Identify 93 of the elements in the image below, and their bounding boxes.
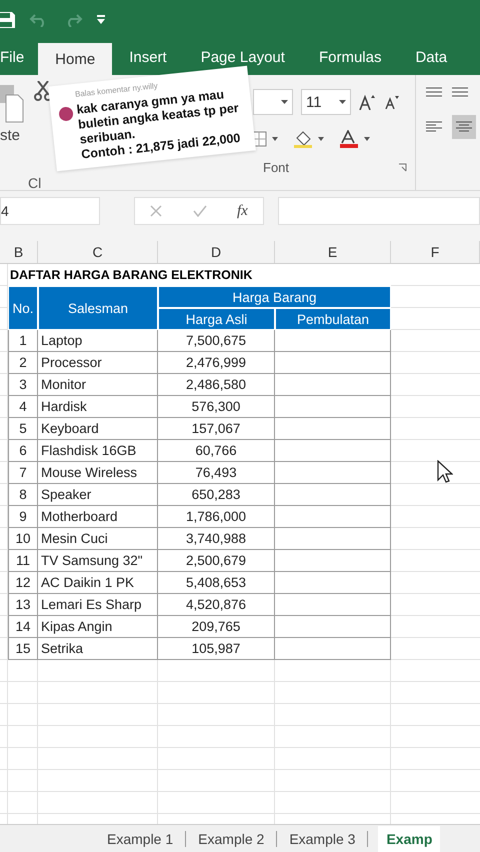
ribbon-tab[interactable]: File [0,40,38,75]
table-cell: Mesin Cuci [38,528,158,550]
table-cell: 60,766 [158,440,275,462]
table-cell: 5 [8,418,38,440]
group-label: Font [263,160,290,175]
ribbon-tab[interactable]: Page Layout [184,40,302,75]
table-cell: Monitor [38,374,158,396]
table-header: Pembulatan [275,308,391,330]
column-header[interactable]: D [158,241,275,263]
sheet-tab[interactable]: Example 3 [277,830,368,846]
table-cell: Mouse Wireless [38,462,158,484]
table-cell: 2,476,999 [158,352,275,374]
table-header: Harga Barang [158,286,391,308]
table-cell: 76,493 [158,462,275,484]
scissors-icon[interactable] [34,81,52,101]
table-cell: 4,520,876 [158,594,275,616]
table-cell: 4 [8,396,38,418]
reply-label: Balas komentar ny.willy [74,80,158,99]
font-name-field[interactable] [253,89,293,115]
table-cell: 8 [8,484,38,506]
table-cell: Hardisk [38,396,158,418]
middle-align-icon[interactable] [452,87,468,97]
save-icon[interactable] [0,11,15,29]
table-cell: 1 [8,330,38,352]
name-box[interactable]: 4 [0,197,100,225]
table-header: Harga Asli [158,308,275,330]
group-label: Cl [28,175,42,191]
table-header: No. [8,286,38,330]
table-cell: Processor [38,352,158,374]
caret-icon[interactable] [339,100,346,104]
table-cell: 14 [8,616,38,638]
font-size-field[interactable]: 11 [301,89,351,115]
table-cell: 157,067 [158,418,275,440]
column-header[interactable]: F [391,241,480,263]
sheet-tab[interactable]: Example 1 [95,830,186,846]
table-cell: Laptop [38,330,158,352]
table-cell: AC Daikin 1 PK [38,572,158,594]
column-header[interactable]: E [275,241,391,263]
fill-color-icon[interactable] [293,130,325,148]
table-cell: 10 [8,528,38,550]
table-cell: 5,408,653 [158,572,275,594]
sheet-tab[interactable]: Examp [378,826,440,852]
table-cell: Motherboard [38,506,158,528]
table-cell: 13 [8,594,38,616]
formula-field[interactable] [278,197,480,225]
insert-function-button[interactable]: fx [236,202,248,220]
table-cell: 2,500,679 [158,550,275,572]
table-cell: 3,740,988 [158,528,275,550]
paste-label: ste [0,127,20,144]
table-header: Salesman [38,286,158,330]
ribbon-tab[interactable]: Insert [112,40,184,75]
table-cell: 576,300 [158,396,275,418]
table-cell: 650,283 [158,484,275,506]
sheet-tab[interactable]: Example 2 [186,830,278,846]
ribbon-tab[interactable]: Data [398,40,464,75]
table-cell: Speaker [38,484,158,506]
table-cell: Flashdisk 16GB [38,440,158,462]
table-cell: 3 [8,374,38,396]
table-cell: 1,786,000 [158,506,275,528]
table-cell: TV Samsung 32" [38,550,158,572]
table-title: DAFTAR HARGA BARANG ELEKTRONIK [8,264,391,286]
align-center-icon [456,121,472,133]
table-cell: 7,500,675 [158,330,275,352]
table-cell: 2,486,580 [158,374,275,396]
ribbon-tab[interactable]: Formulas [302,40,398,75]
align-left-icon[interactable] [426,121,442,133]
column-header[interactable]: C [38,241,158,263]
grow-font-icon[interactable] [359,94,377,110]
table-cell: 209,765 [158,616,275,638]
table-cell: 105,987 [158,638,275,660]
shrink-font-icon[interactable] [385,95,401,109]
ribbon-tab[interactable]: Home [38,43,112,75]
table-cell: Keyboard [38,418,158,440]
table-cell: Lemari Es Sharp [38,594,158,616]
table-cell: 7 [8,462,38,484]
table-cell: Kipas Angin [38,616,158,638]
avatar-icon [58,106,74,122]
table-cell: 12 [8,572,38,594]
table-cell: 2 [8,352,38,374]
font-color-icon[interactable] [339,130,371,148]
top-align-icon[interactable] [426,87,442,97]
table-cell: 6 [8,440,38,462]
caret-icon[interactable] [281,100,288,104]
table-cell: Setrika [38,638,158,660]
column-header[interactable]: B [0,241,38,263]
center-align-button[interactable] [452,115,476,139]
table-cell: 9 [8,506,38,528]
customize-icon[interactable] [97,15,105,25]
table-cell: 15 [8,638,38,660]
dialog-launcher-icon[interactable] [398,163,407,172]
paste-icon[interactable] [0,83,24,123]
table-cell: 11 [8,550,38,572]
mouse-pointer-icon [437,460,453,484]
